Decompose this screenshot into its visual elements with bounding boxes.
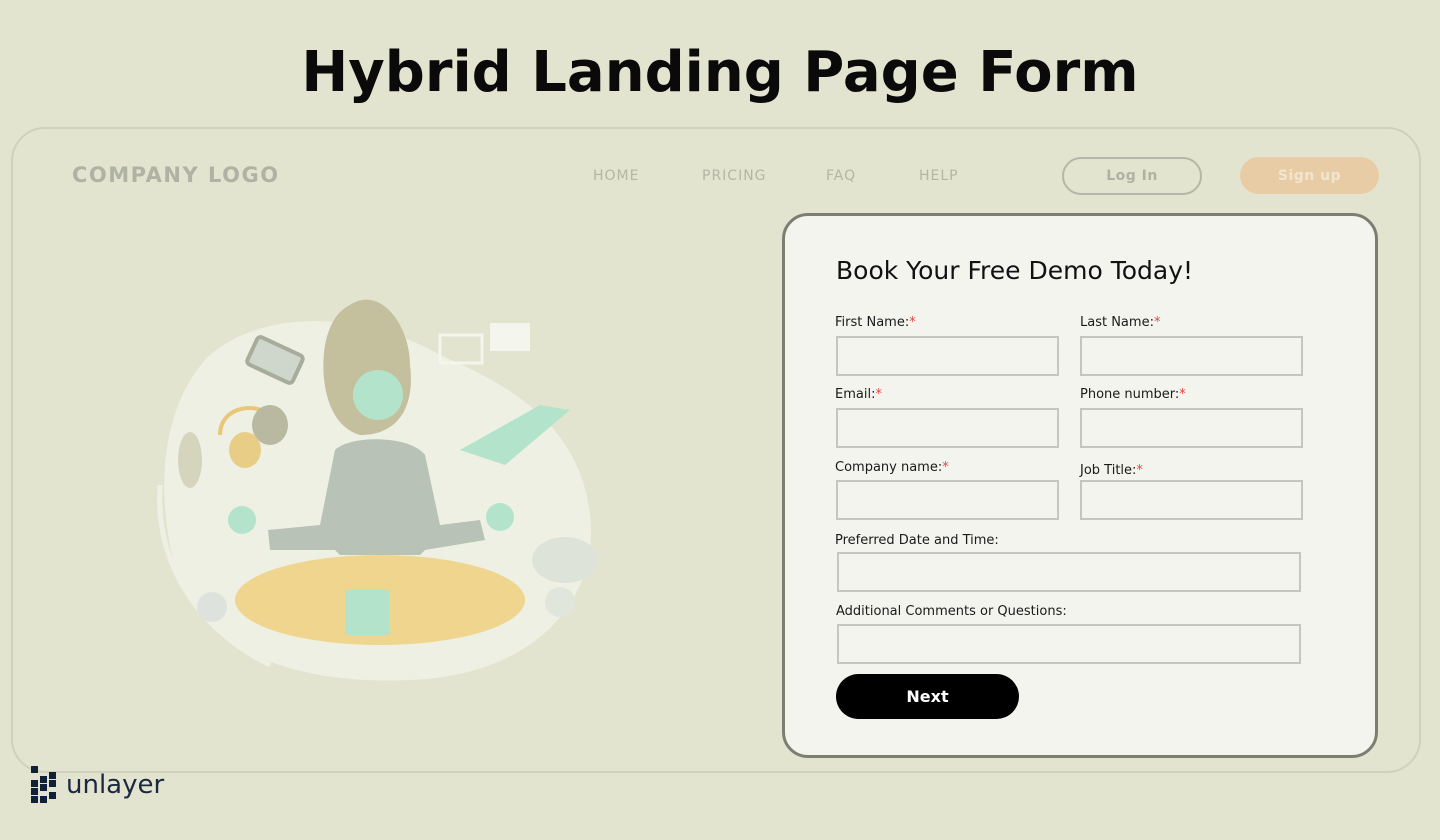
decor-circle [545, 587, 575, 617]
comments-input[interactable] [837, 624, 1301, 664]
preferred-date-label: Preferred Date and Time: [835, 533, 999, 548]
feet [345, 590, 390, 635]
unlayer-brand: unlayer [30, 765, 164, 805]
last-name-label: Last Name:* [1080, 315, 1161, 330]
phone-input[interactable] [1080, 408, 1303, 448]
email-label: Email:* [835, 387, 882, 402]
preferred-date-input[interactable] [837, 552, 1301, 592]
phone-label: Phone number:* [1080, 387, 1186, 402]
shadow-blob [178, 432, 202, 488]
hand-right [486, 503, 514, 531]
job-title-input[interactable] [1080, 480, 1303, 520]
unlayer-logo-icon [31, 766, 56, 803]
decor-circle [197, 592, 227, 622]
last-name-input[interactable] [1080, 336, 1303, 376]
brand-name: unlayer [66, 770, 165, 800]
company-name-input[interactable] [836, 480, 1059, 520]
signup-button[interactable]: Sign up [1240, 157, 1379, 194]
login-button[interactable]: Log In [1062, 157, 1202, 195]
nav-home[interactable]: HOME [593, 168, 639, 184]
nav-faq[interactable]: FAQ [826, 168, 856, 184]
meditating-person-illustration [157, 299, 598, 681]
page-title: Hybrid Landing Page Form [301, 40, 1139, 105]
job-title-label: Job Title:* [1080, 463, 1143, 478]
next-button[interactable]: Next [836, 674, 1019, 719]
comments-label: Additional Comments or Questions: [836, 604, 1067, 619]
email-input[interactable] [836, 408, 1059, 448]
first-name-label: First Name:* [835, 315, 916, 330]
form-title: Book Your Free Demo Today! [836, 256, 1194, 285]
chat-bubble-icon [490, 323, 530, 351]
nav-help[interactable]: HELP [919, 168, 959, 184]
face [353, 370, 403, 420]
first-name-input[interactable] [836, 336, 1059, 376]
hand-left [228, 506, 256, 534]
company-name-label: Company name:* [835, 460, 949, 475]
nav-pricing[interactable]: PRICING [702, 168, 767, 184]
speech-bubble [532, 537, 598, 583]
company-logo[interactable]: COMPANY LOGO [72, 163, 280, 187]
